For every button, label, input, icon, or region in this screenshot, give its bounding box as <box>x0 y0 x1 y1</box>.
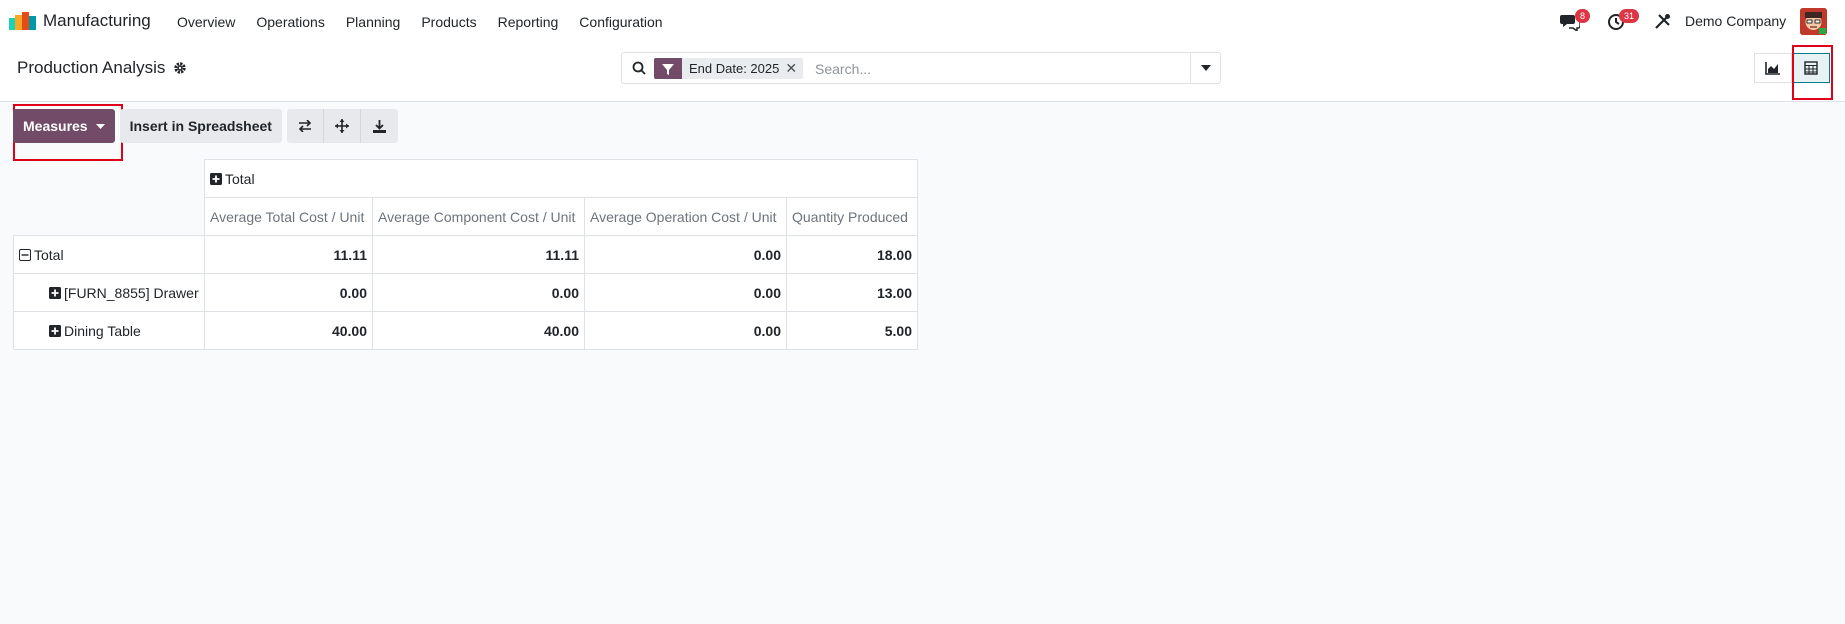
download-button[interactable] <box>360 109 398 143</box>
gear-icon[interactable] <box>173 61 187 75</box>
column-group-label: Total <box>225 170 255 187</box>
measures-label: Measures <box>23 118 88 134</box>
cell-value[interactable]: 13.00 <box>786 273 918 312</box>
menu-products[interactable]: Products <box>421 14 476 30</box>
top-navbar: Manufacturing Overview Operations Planni… <box>0 0 1845 43</box>
pivot-actions <box>286 109 398 143</box>
expand-plus-icon <box>49 324 61 337</box>
exchange-icon <box>298 120 312 132</box>
menu-overview[interactable]: Overview <box>177 14 235 30</box>
flip-axis-button[interactable] <box>286 109 324 143</box>
expand-plus-icon <box>49 286 61 299</box>
table-icon <box>1804 61 1818 75</box>
measure-header[interactable]: Average Total Cost / Unit <box>204 197 373 236</box>
cell-value[interactable]: 0.00 <box>584 311 787 350</box>
row-label: Dining Table <box>64 322 141 339</box>
table-row: [FURN_8855] Drawer 0.00 0.00 0.00 13.00 <box>13 273 918 312</box>
debug-tools-icon[interactable] <box>1654 13 1671 30</box>
cell-value[interactable]: 11.11 <box>372 235 585 274</box>
facet-remove-icon[interactable]: ✕ <box>785 60 803 77</box>
search-icon[interactable] <box>632 61 646 75</box>
download-icon <box>372 119 386 133</box>
facet-label: End Date: 2025 <box>689 61 780 76</box>
cell-value[interactable]: 0.00 <box>372 273 585 312</box>
measure-header[interactable]: Average Operation Cost / Unit <box>584 197 787 236</box>
pivot-view-button[interactable] <box>1792 53 1830 83</box>
cell-value[interactable]: 40.00 <box>204 311 373 350</box>
filter-icon <box>654 58 682 79</box>
menu-planning[interactable]: Planning <box>346 14 401 30</box>
pivot-corner <box>14 160 205 198</box>
table-row: Total 11.11 11.11 0.00 18.00 <box>13 235 918 274</box>
messages-badge: 8 <box>1575 9 1591 23</box>
cell-value[interactable]: 0.00 <box>584 273 787 312</box>
search-facet: End Date: 2025 ✕ <box>654 58 804 79</box>
search-input[interactable] <box>815 58 1185 80</box>
arrows-icon <box>334 119 349 133</box>
cell-value[interactable]: 5.00 <box>786 311 918 350</box>
graph-view-button[interactable] <box>1754 53 1792 83</box>
manufacturing-app-icon[interactable] <box>9 12 36 30</box>
cell-value[interactable]: 40.00 <box>372 311 585 350</box>
menu-operations[interactable]: Operations <box>256 14 324 30</box>
caret-down-icon <box>95 123 105 129</box>
cell-value[interactable]: 0.00 <box>204 273 373 312</box>
cell-value[interactable]: 0.00 <box>584 235 787 274</box>
row-label: Total <box>34 246 64 263</box>
row-header-dining-table[interactable]: Dining Table <box>13 311 205 350</box>
menu-configuration[interactable]: Configuration <box>579 14 662 30</box>
cell-value[interactable]: 11.11 <box>204 235 373 274</box>
expand-all-button[interactable] <box>323 109 361 143</box>
control-panel: Production Analysis End Date: 2025 ✕ <box>0 43 1845 102</box>
column-header-total[interactable]: Total <box>204 159 918 198</box>
menu-reporting[interactable]: Reporting <box>498 14 559 30</box>
measures-button[interactable]: Measures <box>13 109 115 143</box>
caret-down-icon <box>1200 65 1211 71</box>
search-options-toggle[interactable] <box>1190 53 1220 83</box>
area-chart-icon <box>1765 62 1780 75</box>
insert-spreadsheet-button[interactable]: Insert in Spreadsheet <box>119 109 282 143</box>
row-label: [FURN_8855] Drawer <box>64 284 199 301</box>
user-avatar[interactable] <box>1800 8 1827 35</box>
cell-value[interactable]: 18.00 <box>786 235 918 274</box>
row-header-drawer[interactable]: [FURN_8855] Drawer <box>13 273 205 312</box>
table-row: Dining Table 40.00 40.00 0.00 5.00 <box>13 311 918 350</box>
main-menu: Overview Operations Planning Products Re… <box>177 0 684 43</box>
page-title: Production Analysis <box>17 58 166 77</box>
search-bar: End Date: 2025 ✕ <box>621 52 1221 84</box>
expand-plus-icon <box>210 172 222 185</box>
company-switcher[interactable]: Demo Company <box>1685 13 1786 29</box>
row-header-total[interactable]: Total <box>13 235 205 274</box>
breadcrumb: Production Analysis <box>17 58 187 78</box>
activities-badge: 31 <box>1619 9 1640 23</box>
measure-header[interactable]: Quantity Produced <box>786 197 918 236</box>
pivot-toolbar: Measures Insert in Spreadsheet <box>13 109 398 143</box>
collapse-minus-icon <box>19 248 31 261</box>
measure-header[interactable]: Average Component Cost / Unit <box>372 197 585 236</box>
pivot-corner <box>14 198 205 236</box>
app-name[interactable]: Manufacturing <box>43 11 151 31</box>
pivot-table: Total Average Total Cost / Unit Average … <box>13 159 918 350</box>
